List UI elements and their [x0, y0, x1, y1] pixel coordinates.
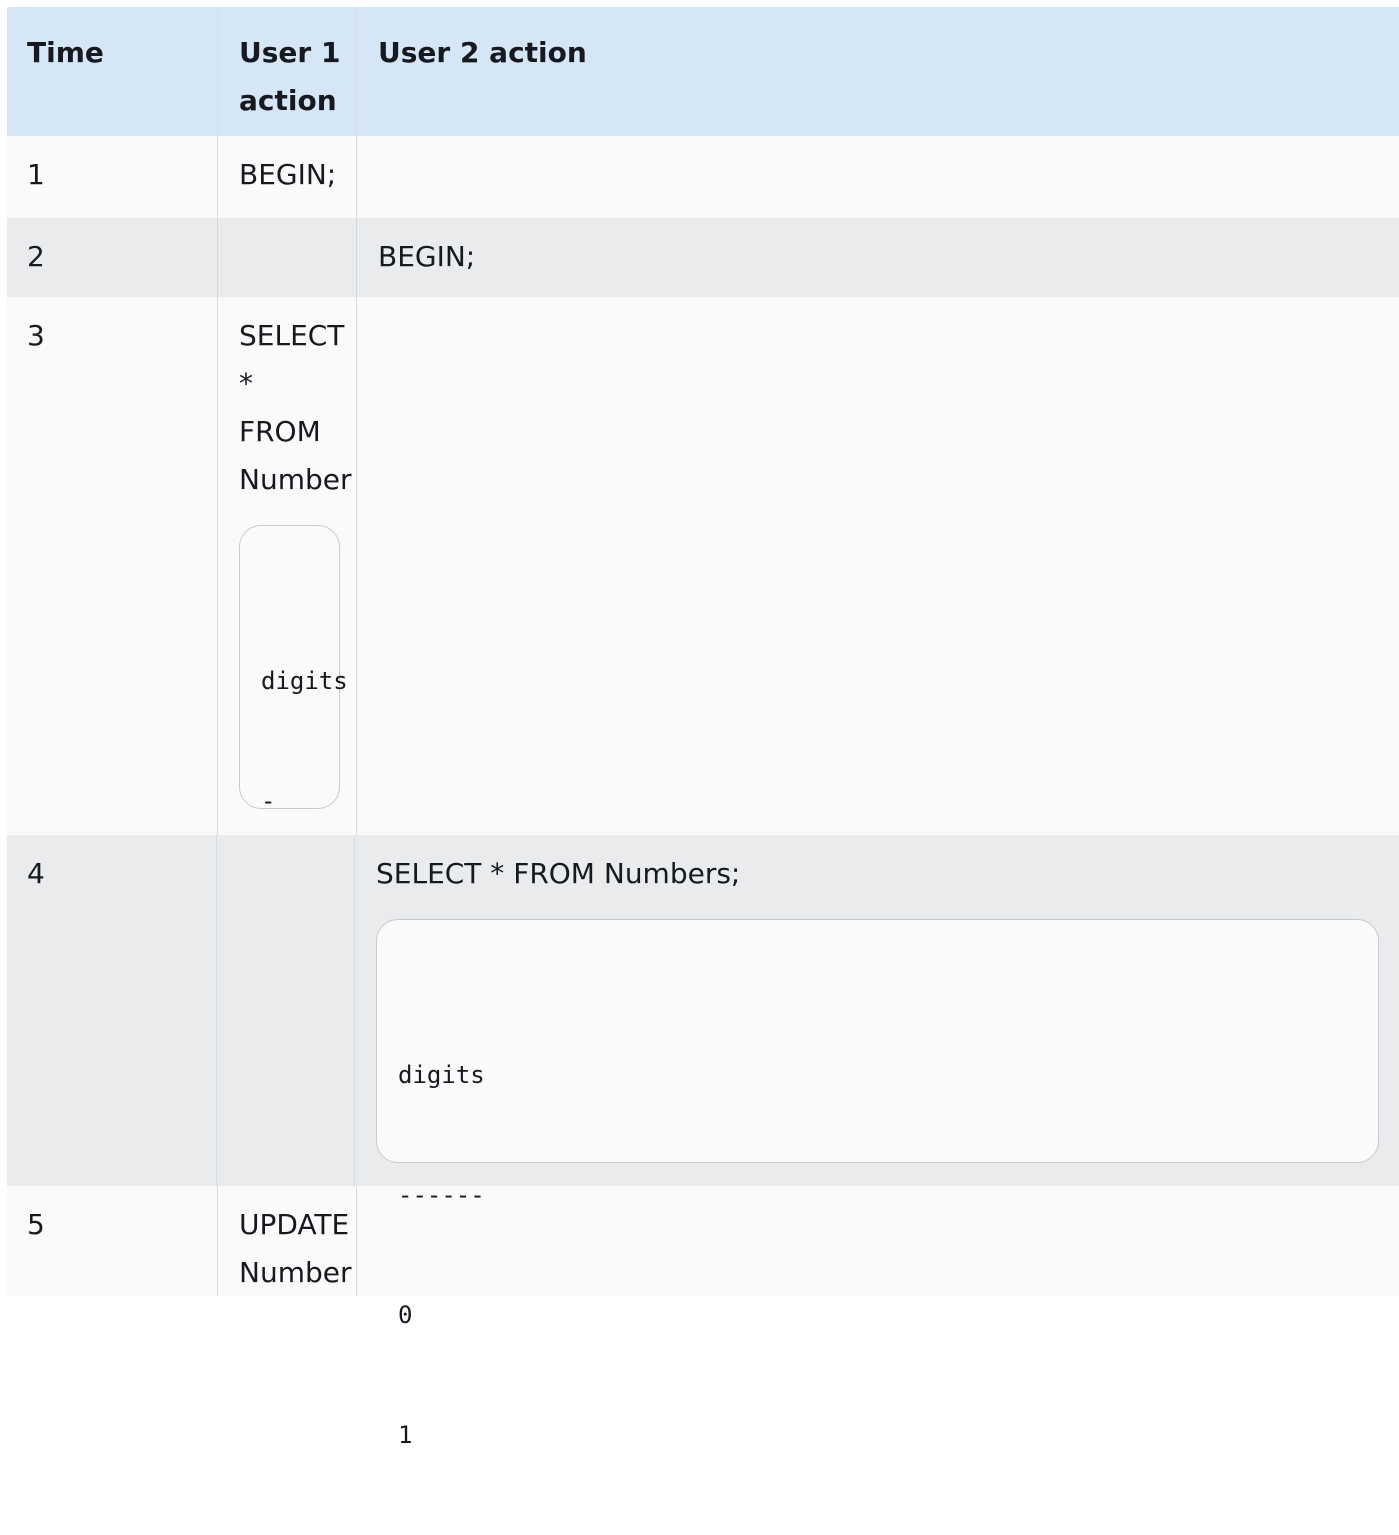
time-cell: 1 [7, 136, 218, 218]
table-row: 1 BEGIN; [7, 136, 1399, 218]
user1-action-cell: UPDATE Number [218, 1186, 357, 1296]
time-cell: 4 [7, 835, 217, 1186]
time-cell: 5 [7, 1186, 218, 1296]
query-result-code-block[interactable]: digits - ----- 0 1 [239, 525, 348, 815]
user1-action-text: BEGIN; [239, 158, 337, 191]
user2-action-text: SELECT * FROM Numbers; [376, 857, 741, 890]
user1-action-text: Number [239, 463, 352, 496]
user1-action-cell: SELECT * FROM Number digits - ----- 0 1 [218, 297, 357, 835]
code-line: - [261, 787, 276, 815]
time-cell: 3 [7, 297, 218, 835]
user2-action-cell: SELECT * FROM Numbers; digits ------ 0 1 [355, 835, 1399, 1449]
code-line: digits [398, 1061, 485, 1089]
table-row: 4 SELECT * FROM Numbers; digits ------ 0… [7, 835, 1399, 1449]
user1-action-text: * [239, 367, 253, 400]
user2-action-cell: BEGIN; [378, 240, 476, 273]
user1-action-text: UPDATE [239, 1208, 350, 1241]
transaction-table: Time User 1 action User 2 action 1 BEGIN… [7, 7, 1399, 1449]
user2-action-cell [357, 297, 1399, 835]
table-row: 3 SELECT * FROM Number digits - ----- 0 … [7, 297, 1399, 835]
table-row: 2 BEGIN; [7, 218, 1399, 297]
time-cell: 2 [7, 218, 218, 297]
user1-action-text: SELECT [239, 319, 345, 352]
query-result-code-block[interactable]: digits ------ 0 1 [376, 919, 1379, 1449]
header-user1-line1: User 1 [239, 36, 341, 69]
user1-action-text: FROM [239, 415, 321, 448]
user1-action-cell [218, 218, 357, 297]
user1-action-cell: BEGIN; [218, 136, 357, 218]
table-row: 5 UPDATE Number [7, 1186, 1399, 1296]
code-line: digits [261, 667, 348, 695]
header-user1-line2: action [239, 84, 337, 117]
header-time: Time [7, 7, 218, 136]
header-user2-action: User 2 action [378, 36, 587, 69]
user2-action-cell [357, 136, 1399, 218]
user2-action-cell [357, 1186, 1399, 1296]
table-header-row: Time User 1 action User 2 action [7, 7, 1399, 136]
code-line: 0 [398, 1301, 413, 1329]
code-line: 1 [398, 1421, 413, 1449]
user1-action-cell [217, 835, 355, 1186]
header-user1-action: User 1 action [218, 7, 357, 136]
